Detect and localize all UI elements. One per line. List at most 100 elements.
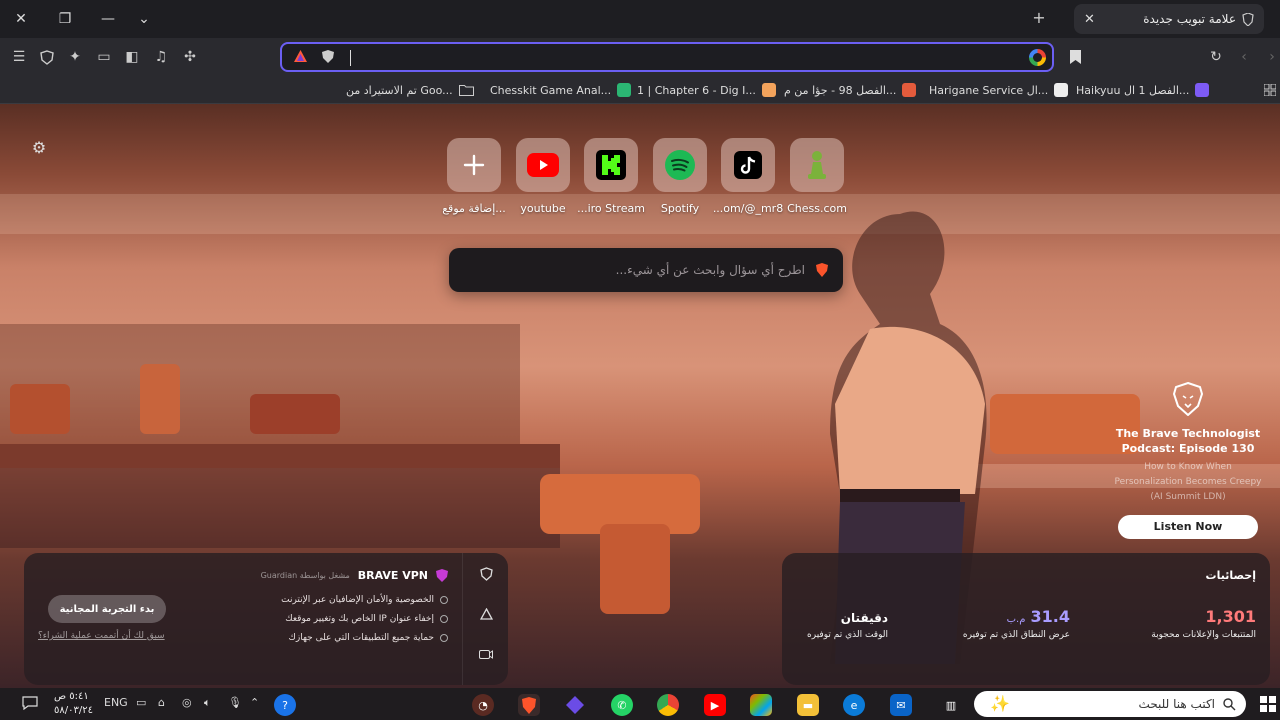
brave-vpn-card: BRAVE VPN مشغل بواسطة Guardian الخصوصية … xyxy=(24,553,508,685)
bookmark-item[interactable]: الفصل 98 - جؤا من م... xyxy=(784,82,917,98)
search-placeholder: اطرح أي سؤال وابحث عن أي شيء... xyxy=(615,263,805,277)
chesskit-site-icon xyxy=(617,83,632,97)
tab-close-icon[interactable]: ✕ xyxy=(1084,12,1095,27)
microphone-icon[interactable]: 🎙︎ xyxy=(228,696,242,709)
vpn-feature-item: إخفاء عنوان IP الخاص بك وتغيير موقعك xyxy=(285,614,448,624)
vpn-powered-by: مشغل بواسطة Guardian xyxy=(260,571,350,580)
microsoft-365-taskbar-icon[interactable] xyxy=(750,694,772,716)
brave-rewards-icon[interactable] xyxy=(294,50,307,66)
start-windows-icon[interactable] xyxy=(1260,696,1276,712)
brave-browser-taskbar-icon[interactable] xyxy=(518,694,540,716)
stat-time-saved: دقيقتان الوقت الذي تم توفيره xyxy=(807,611,888,640)
sidebar-icon[interactable]: ◧ xyxy=(122,47,142,67)
chrome-taskbar-icon[interactable] xyxy=(657,694,679,716)
brave-shields-icon[interactable] xyxy=(322,50,334,67)
tray-chevron-up-icon[interactable]: ⌃ xyxy=(250,696,259,709)
top-site-tile-kick[interactable]: ...iro Stream xyxy=(577,138,645,215)
bookmark-item[interactable]: Haikyuu الفصل 1 ال... xyxy=(1076,82,1210,98)
pin-icon[interactable]: ✦ xyxy=(65,47,85,67)
plus-icon xyxy=(447,138,501,192)
vpn-shield-icon[interactable] xyxy=(477,565,495,583)
apps-grid-icon[interactable] xyxy=(1264,82,1276,98)
close-window-button[interactable]: ✕ xyxy=(10,8,32,30)
stats-title: إحصائيات xyxy=(1205,569,1256,582)
notification-icon[interactable] xyxy=(22,696,38,713)
restore-purchase-link[interactable]: سبق لك أن أتممت عملية الشراء؟ xyxy=(38,631,165,641)
chapter-site-icon xyxy=(761,83,776,97)
listen-now-button[interactable]: Listen Now xyxy=(1118,515,1258,539)
brave-rewards-icon[interactable] xyxy=(477,605,495,623)
app-diamond-taskbar-icon[interactable] xyxy=(564,694,586,716)
check-circle-icon xyxy=(440,634,448,642)
clock[interactable]: ٥:٤١ ص ٥٨/٠٣/٢٤ xyxy=(54,690,93,718)
tab-title: علامة تبويب جديدة xyxy=(1143,12,1236,26)
taskbar-search-box[interactable]: ✨ اكتب هنا للبحث xyxy=(974,691,1246,717)
vpn-logo-icon xyxy=(436,569,448,582)
edge-taskbar-icon[interactable]: e xyxy=(843,694,865,716)
new-tab-button[interactable]: + xyxy=(1028,8,1050,27)
search-icon xyxy=(1223,697,1236,710)
tab-new-tab[interactable]: علامة تبويب جديدة ✕ xyxy=(1074,4,1264,34)
bookmark-icon[interactable] xyxy=(1065,47,1085,67)
stat-bandwidth-saved: 31.4 م.ب عرض النطاق الذي تم توفيره xyxy=(962,607,1070,640)
folder-icon xyxy=(458,85,474,96)
network-icon[interactable]: ⌂ xyxy=(158,696,165,709)
language-indicator[interactable]: ENG xyxy=(104,696,128,709)
youtube-taskbar-icon[interactable]: ▶ xyxy=(704,694,726,716)
music-icon[interactable]: ♫ xyxy=(151,47,171,67)
start-free-trial-button[interactable]: بدء التجربة المجانية xyxy=(48,595,166,623)
brave-logo-icon xyxy=(816,263,828,277)
mail-taskbar-icon[interactable]: ✉ xyxy=(890,694,912,716)
video-camera-icon[interactable] xyxy=(477,645,495,663)
app-taskbar-icon[interactable]: ◔ xyxy=(472,694,494,716)
address-input[interactable] xyxy=(350,50,351,66)
bookmark-folder[interactable]: تم الاستيراد من Goo... xyxy=(346,82,474,98)
tab-groups-icon[interactable]: ▭ xyxy=(94,47,114,67)
vpn-feature-item: الخصوصية والأمان الإضافيان عبر الإنترنت xyxy=(281,595,448,605)
back-arrow-icon[interactable]: › xyxy=(1262,47,1280,67)
new-tab-page: ⚙ Chess.com ...om/@_mr8 Spotify ...iro S… xyxy=(0,104,1280,688)
haikyuu-site-icon xyxy=(1195,83,1210,97)
google-search-engine-icon[interactable] xyxy=(1029,49,1046,66)
top-site-tile-add[interactable]: إضافة موقع... xyxy=(442,138,506,215)
podcast-subtitle: How to Know When Personalization Becomes… xyxy=(1114,462,1262,502)
kick-icon xyxy=(584,138,638,192)
camera-icon[interactable]: ◎ xyxy=(182,696,192,709)
address-bar[interactable] xyxy=(280,42,1054,72)
bookmark-item[interactable]: 1 | Chapter 6 - Dig I... xyxy=(637,82,776,98)
top-site-tile-chess[interactable]: Chess.com xyxy=(787,138,847,215)
vpn-shield-icon[interactable] xyxy=(37,47,57,67)
manga-site-icon xyxy=(902,83,917,97)
vpn-feature-item: حماية جميع التطبيقات التي على جهازك xyxy=(289,633,448,643)
podcast-promo: The Brave Technologist Podcast: Episode … xyxy=(1110,381,1266,539)
menu-icon[interactable]: ☰ xyxy=(9,47,29,67)
harigane-site-icon xyxy=(1054,83,1069,97)
bookmark-item[interactable]: Harigane Service ال... xyxy=(929,82,1069,98)
ntp-search-box[interactable]: اطرح أي سؤال وابحث عن أي شيء... xyxy=(449,248,843,292)
file-explorer-taskbar-icon[interactable]: ▬ xyxy=(797,694,819,716)
spotify-icon xyxy=(653,138,707,192)
tab-search-chevron-icon[interactable]: ⌄ xyxy=(133,8,155,30)
check-circle-icon xyxy=(440,596,448,604)
task-view-icon[interactable]: ▥ xyxy=(940,694,962,716)
minimize-window-button[interactable]: — xyxy=(97,8,119,30)
copilot-sparkle-icon: ✨ xyxy=(990,694,1010,713)
forward-arrow-icon[interactable]: ‹ xyxy=(1234,47,1254,67)
volume-icon[interactable]: 🔈︎ xyxy=(204,696,211,710)
reload-icon[interactable]: ↻ xyxy=(1206,47,1226,67)
restore-window-button[interactable]: ❐ xyxy=(54,8,76,30)
whatsapp-taskbar-icon[interactable]: ✆ xyxy=(611,694,633,716)
taskbar: ٥:٤١ ص ٥٨/٠٣/٢٤ ENG ▭ ⌂ ◎ 🔈︎ 🎙︎ ⌃ ? ◔ ✆ … xyxy=(0,688,1280,720)
top-site-tile-spotify[interactable]: Spotify xyxy=(650,138,710,215)
help-icon[interactable]: ? xyxy=(274,694,296,716)
top-site-tile-youtube[interactable]: youtube xyxy=(513,138,573,215)
bookmark-item[interactable]: Chesskit Game Anal... xyxy=(490,82,632,98)
privacy-stats-card: إحصائيات 1,301 المتتبعات والإعلانات محجو… xyxy=(782,553,1270,685)
chess-pawn-icon xyxy=(790,138,844,192)
settings-gear-icon[interactable]: ⚙ xyxy=(30,138,48,157)
display-icon[interactable]: ▭ xyxy=(136,696,146,709)
title-bar: ✕ ❐ — ⌄ + علامة تبويب جديدة ✕ xyxy=(0,0,1280,38)
taskbar-search-placeholder: اكتب هنا للبحث xyxy=(1138,697,1215,711)
extensions-icon[interactable]: ✣ xyxy=(180,47,200,67)
top-site-tile-tiktok[interactable]: ...om/@_mr8 xyxy=(713,138,783,215)
